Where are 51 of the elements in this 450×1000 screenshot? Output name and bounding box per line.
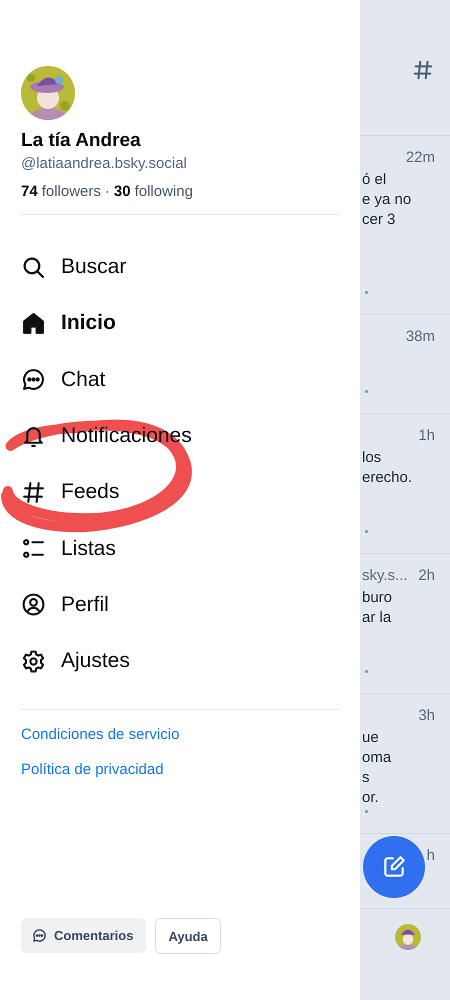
search-icon (21, 254, 46, 280)
settings-icon (21, 648, 46, 674)
post-text: or. (362, 788, 380, 808)
menu-item[interactable]: Chat (21, 352, 339, 408)
following-link[interactable]: following (134, 183, 193, 200)
post-time: 38m (406, 328, 435, 345)
profile-name: La tía Andrea (21, 130, 142, 152)
post-text: e ya no (362, 190, 412, 210)
action-dot-icon (365, 810, 368, 813)
menu-item[interactable]: Buscar (21, 239, 339, 296)
post-author: sky.s... (362, 567, 408, 584)
feedback-button[interactable]: Comentarios (21, 918, 146, 953)
post-text: s (362, 768, 370, 788)
menu-item[interactable]: Feeds (21, 464, 339, 520)
post-text: ue (362, 728, 380, 748)
menu-item[interactable]: Listas (21, 520, 339, 577)
post-text: ó el (362, 170, 388, 190)
action-dot-icon (365, 291, 368, 294)
followers-count: 74 (21, 183, 38, 200)
chat-icon (21, 367, 46, 392)
post-time: h (426, 847, 435, 864)
avatar[interactable] (395, 924, 421, 950)
footer-link[interactable]: Política de privacidad (21, 761, 339, 778)
profile-handle: @latiaandrea.bsky.social (21, 155, 188, 172)
post-text: erecho. (362, 468, 414, 488)
post-time: 22m (406, 149, 435, 166)
action-dot-icon (365, 670, 368, 673)
menu-item[interactable]: Ajustes (21, 633, 339, 690)
menu-item[interactable]: Perfil (21, 576, 339, 634)
footer-link[interactable]: Condiciones de servicio (21, 726, 339, 744)
separator-text: · (104, 183, 110, 200)
action-dot-icon (365, 390, 368, 393)
following-count: 30 (114, 183, 131, 200)
hash-icon[interactable] (412, 59, 434, 81)
post-time: 2h (418, 567, 435, 584)
post-text: oma (362, 748, 392, 768)
action-dot-icon (365, 530, 368, 533)
followers-link[interactable]: followers (42, 183, 101, 200)
help-button[interactable]: Ayuda (155, 918, 221, 954)
post-time: 3h (418, 707, 435, 724)
post-text: los (362, 448, 382, 468)
menu-item[interactable]: Inicio (21, 295, 339, 352)
post-time: 1h (418, 427, 435, 444)
post-text: ar la (362, 608, 392, 628)
post-text: cer 3 (362, 210, 396, 230)
hash-icon (21, 480, 46, 505)
chat-icon (32, 928, 47, 943)
avatar[interactable] (21, 66, 75, 120)
post-text: buro (362, 588, 394, 608)
home-icon (21, 310, 46, 336)
profile-icon (21, 592, 46, 618)
